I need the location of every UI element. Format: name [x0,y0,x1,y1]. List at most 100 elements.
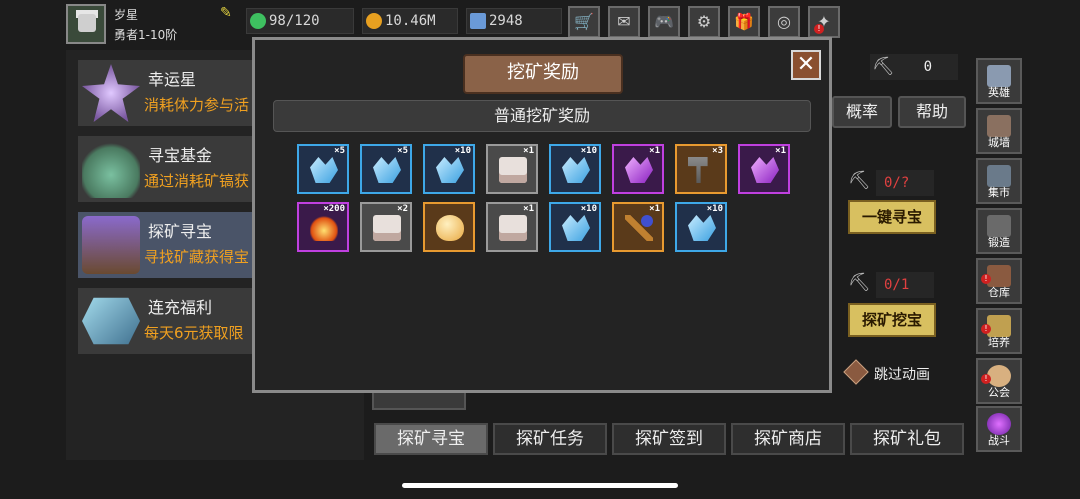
item-quantity: ×200 [323,204,345,214]
crystal-blue-item-icon [310,157,338,183]
item-quantity: ×10 [454,146,471,156]
crystal-purple-item-icon [751,157,779,183]
pickaxe-icon: ⛏ [848,170,871,191]
fireworks-icon[interactable]: ✦! [808,6,840,38]
reward-item-slot[interactable] [423,202,475,252]
side-menu-training[interactable]: ! 培养 [976,308,1022,354]
crystal-blue-item-icon [436,157,464,183]
player-avatar[interactable] [66,4,106,44]
tab-mining-gift[interactable]: 探矿礼包 [850,423,964,455]
alert-badge: ! [981,274,991,284]
item-quantity: ×5 [334,146,345,156]
alert-badge: ! [981,374,991,384]
side-menu-guild[interactable]: ! 公会 [976,358,1022,404]
chest-item-icon [499,157,527,183]
player-name: 岁星 [114,8,139,22]
item-quantity: ×1 [649,146,660,156]
event-title: 幸运星 [148,70,197,89]
skip-animation-label: 跳过动画 [874,367,930,383]
dig-treasure-button[interactable]: 探矿挖宝 [848,303,936,337]
tab-mining-checkin[interactable]: 探矿签到 [612,423,726,455]
help-button[interactable]: 帮助 [898,96,966,128]
item-quantity: ×2 [397,204,408,214]
close-icon: ✕ [796,52,816,77]
item-quantity: ×1 [649,204,660,214]
reward-item-slot[interactable]: ×10 [423,144,475,194]
alert-badge: ! [981,324,991,334]
crystal-blue-item-icon [688,215,716,241]
event-desc: 消耗体力参与活 [144,96,250,114]
pickaxe-icon: ⛏ [872,56,895,77]
tab-mining-shop[interactable]: 探矿商店 [731,423,845,455]
energy-value: 98/120 [269,13,320,29]
treasure-bag-icon [82,140,140,198]
event-desc: 每天6元获取限 [144,324,244,342]
dig-pick-counter: 0/1 [876,272,934,298]
reward-item-slot[interactable]: ×10 [675,202,727,252]
crystal-blue-item-icon [562,215,590,241]
reward-item-slot[interactable]: ×1 [612,202,664,252]
tab-mining-tasks[interactable]: 探矿任务 [493,423,607,455]
staff-item-icon [625,215,653,241]
chest-item-icon [499,215,527,241]
tab-mining-treasure[interactable]: 探矿寻宝 [374,423,488,455]
event-lucky-star[interactable]: 幸运星 消耗体力参与活 [78,60,262,126]
skip-animation-checkbox[interactable] [843,359,869,385]
mail-icon[interactable]: ✉ [608,6,640,38]
event-title: 探矿寻宝 [148,222,213,241]
event-desc: 通过消耗矿镐获 [144,172,250,190]
item-quantity: ×3 [712,146,723,156]
mining-reward-dialog: 挖矿奖励 ✕ 普通挖矿奖励 ×5 ×5 ×10 ×1 ×10 ×1 ×3 ×1 ×200 ×2 ×1… [252,37,832,393]
crystal-box-icon [82,297,140,345]
side-menu-market[interactable]: 集市 [976,158,1022,204]
reward-item-slot[interactable]: ×10 [549,202,601,252]
reward-item-slot[interactable]: ×3 [675,144,727,194]
edit-icon[interactable]: ✎ [220,6,234,20]
pickaxe-icon: ⛏ [848,272,871,293]
reward-item-slot[interactable]: ×5 [360,144,412,194]
reward-section-header: 普通挖矿奖励 [273,100,811,132]
gift-icon[interactable]: 🎁 [728,6,760,38]
item-quantity: ×10 [580,146,597,156]
dig-pick-value: 0/1 [884,277,910,293]
event-desc: 寻找矿藏获得宝 [144,248,250,266]
settings-gear-icon[interactable]: ⚙ [688,6,720,38]
side-menu-wall[interactable]: 城墙 [976,108,1022,154]
alert-badge: ! [814,24,824,34]
event-recharge-bonus[interactable]: 连充福利 每天6元获取限 [78,288,262,354]
reward-item-slot[interactable]: ×10 [549,144,601,194]
gem-value: 2948 [489,13,523,29]
reward-item-slot[interactable]: ×200 [297,202,349,252]
item-quantity: ×1 [775,146,786,156]
event-title: 寻宝基金 [148,146,213,165]
reward-item-slot[interactable]: ×5 [297,144,349,194]
side-menu-battle[interactable]: 战斗 [976,406,1022,452]
side-menu-warehouse[interactable]: ! 仓库 [976,258,1022,304]
reward-item-slot[interactable]: ×1 [486,202,538,252]
reward-item-grid: ×5 ×5 ×10 ×1 ×10 ×1 ×3 ×1 ×200 ×2 ×1 ×10 ×1 ×10 [297,144,797,254]
reward-item-slot[interactable]: ×1 [612,144,664,194]
gamepad-icon[interactable]: 🎮 [648,6,680,38]
fire-item-icon [310,215,338,241]
home-indicator[interactable] [402,483,678,488]
chest-item-icon [373,215,401,241]
gold-value: 10.46M [385,13,436,29]
event-title: 连充福利 [148,298,213,317]
side-menu-forge[interactable]: 锻造 [976,208,1022,254]
close-button[interactable]: ✕ [791,50,821,80]
player-rank: 勇者1-10阶 [114,28,178,42]
reward-item-slot[interactable]: ×1 [486,144,538,194]
prize-wheel-icon[interactable]: ◎ [768,6,800,38]
one-click-search-button[interactable]: 一键寻宝 [848,200,936,234]
dialog-title: 挖矿奖励 [463,54,623,94]
event-mining-treasure[interactable]: 探矿寻宝 寻找矿藏获得宝 [78,212,262,278]
event-treasure-fund[interactable]: 寻宝基金 通过消耗矿镐获 [78,136,262,202]
side-menu-hero[interactable]: 英雄 [976,58,1022,104]
item-quantity: ×10 [580,204,597,214]
item-quantity: ×1 [523,204,534,214]
reward-item-slot[interactable]: ×1 [738,144,790,194]
energy-icon [250,13,266,29]
reward-item-slot[interactable]: ×2 [360,202,412,252]
probability-button[interactable]: 概率 [832,96,892,128]
shop-cart-icon[interactable]: 🛒 [568,6,600,38]
